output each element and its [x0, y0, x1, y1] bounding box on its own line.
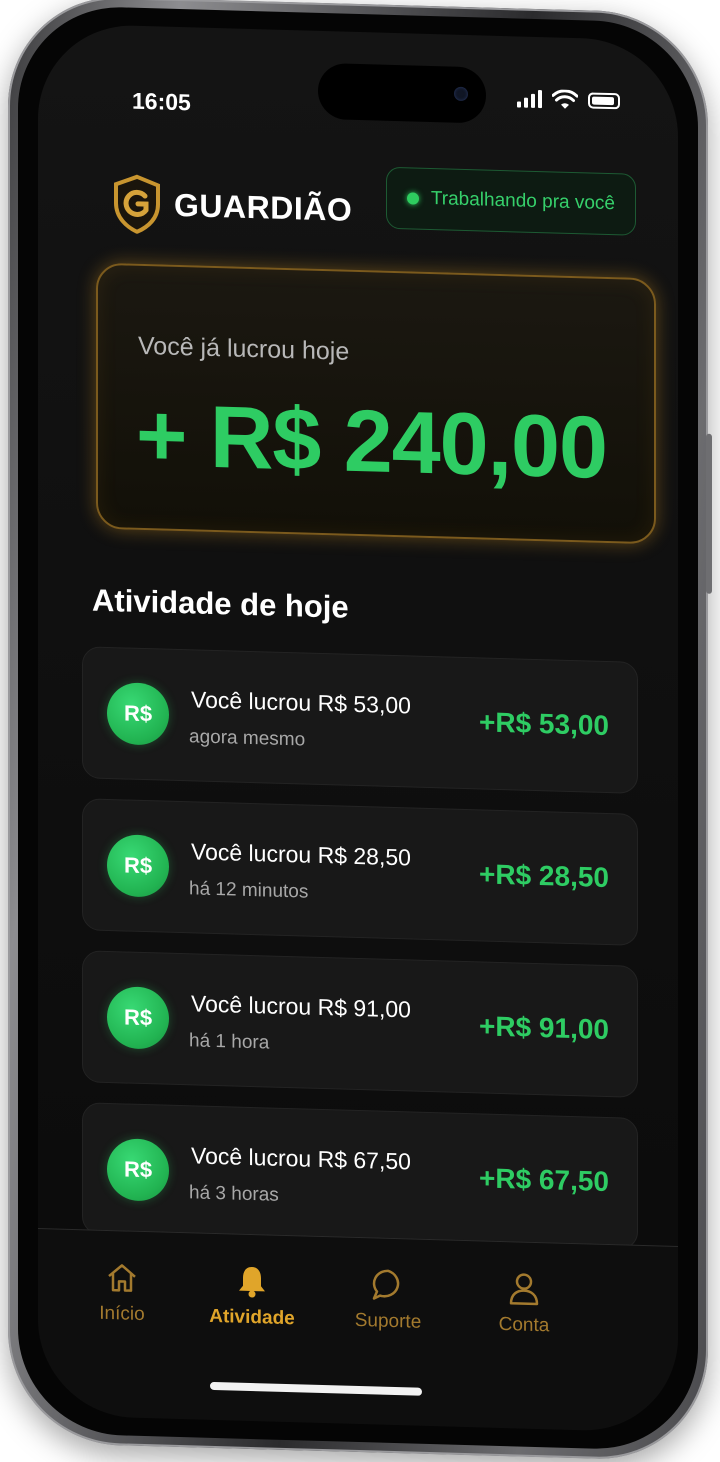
app-screen: 16:05 GUARDIÃO Trabalhando pra você Você… — [38, 23, 678, 1433]
status-time: 16:05 — [132, 87, 191, 116]
status-icons — [517, 88, 620, 111]
nav-label: Suporte — [354, 1309, 422, 1333]
money-coin-icon: R$ — [107, 681, 169, 746]
activity-item[interactable]: R$ Você lucrou R$ 91,00 há 1 hora +R$ 91… — [82, 950, 638, 1098]
cellular-signal-icon — [517, 89, 542, 109]
nav-item-inicio[interactable]: Início — [62, 1258, 182, 1327]
money-coin-icon: R$ — [107, 1137, 169, 1202]
activity-time: há 3 horas — [189, 1182, 279, 1206]
activity-title: Você lucrou R$ 53,00 — [191, 686, 411, 719]
battery-icon — [588, 92, 620, 110]
nav-label: Atividade — [209, 1305, 295, 1330]
activity-amount: +R$ 91,00 — [479, 1010, 609, 1046]
profit-value: + R$ 240,00 — [136, 384, 607, 497]
activity-time: agora mesmo — [189, 726, 306, 751]
money-coin-icon: R$ — [107, 985, 169, 1050]
activity-amount: +R$ 28,50 — [479, 858, 609, 894]
daily-profit-card: Você já lucrou hoje + R$ 240,00 — [96, 262, 656, 545]
nav-label: Início — [99, 1302, 145, 1326]
activity-item[interactable]: R$ Você lucrou R$ 53,00 agora mesmo +R$ … — [82, 646, 638, 794]
activity-title: Você lucrou R$ 67,50 — [191, 1142, 411, 1175]
status-dot-icon — [406, 192, 419, 205]
money-coin-icon: R$ — [107, 833, 169, 898]
activity-time: há 1 hora — [189, 1030, 270, 1054]
bottom-nav: Início Atividade Suporte Conta — [38, 1228, 678, 1433]
activity-time: há 12 minutos — [189, 878, 309, 903]
shield-g-logo-icon — [114, 174, 160, 235]
phone-frame: 16:05 GUARDIÃO Trabalhando pra você Você… — [8, 0, 712, 1462]
activity-title: Você lucrou R$ 91,00 — [191, 990, 411, 1023]
activity-item[interactable]: R$ Você lucrou R$ 67,50 há 3 horas +R$ 6… — [82, 1102, 638, 1250]
camera-icon — [454, 86, 468, 102]
chat-bubble-icon — [372, 1269, 400, 1300]
power-button — [706, 433, 712, 594]
nav-item-atividade[interactable]: Atividade — [192, 1261, 312, 1330]
working-status-badge: Trabalhando pra você — [385, 166, 636, 236]
wifi-icon — [552, 89, 578, 109]
nav-item-conta[interactable]: Conta — [464, 1269, 584, 1338]
home-indicator[interactable] — [210, 1381, 422, 1396]
nav-item-suporte[interactable]: Suporte — [328, 1265, 448, 1334]
activity-amount: +R$ 67,50 — [479, 1162, 609, 1198]
brand-name: GUARDIÃO — [174, 186, 353, 228]
activity-section-title: Atividade de hoje — [92, 582, 349, 625]
profit-label: Você já lucrou hoje — [138, 331, 350, 366]
status-badge-label: Trabalhando pra você — [430, 188, 615, 215]
user-icon — [509, 1273, 539, 1306]
app-header: GUARDIÃO — [112, 173, 352, 240]
activity-list: R$ Você lucrou R$ 53,00 agora mesmo +R$ … — [82, 646, 638, 1270]
phone-bezel: 16:05 GUARDIÃO Trabalhando pra você Você… — [18, 4, 698, 1452]
home-icon — [108, 1264, 136, 1292]
activity-item[interactable]: R$ Você lucrou R$ 28,50 há 12 minutos +R… — [82, 798, 638, 946]
nav-label: Conta — [498, 1313, 550, 1337]
activity-amount: +R$ 53,00 — [479, 706, 609, 742]
activity-title: Você lucrou R$ 28,50 — [191, 838, 411, 871]
dynamic-island — [318, 62, 486, 124]
bell-icon — [239, 1267, 265, 1298]
